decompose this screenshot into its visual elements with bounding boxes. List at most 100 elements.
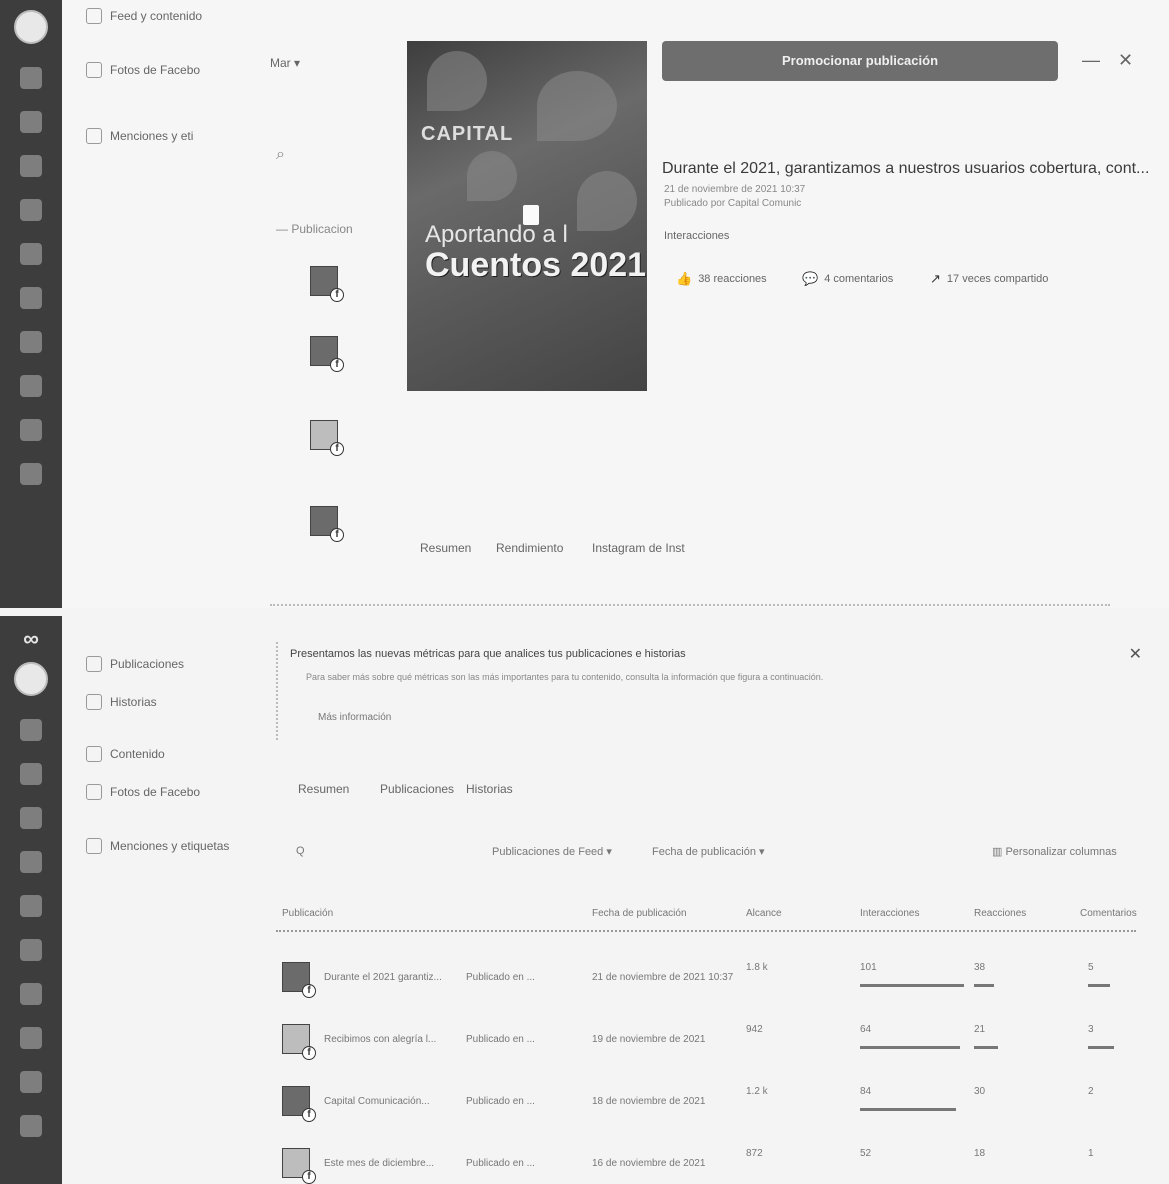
interactions-label: Interacciones	[664, 230, 730, 242]
post-thumbnail[interactable]: f	[310, 420, 344, 456]
home-icon[interactable]	[20, 67, 42, 89]
filter-label[interactable]: Mar ▾	[270, 56, 300, 70]
nav-item-feed[interactable]: Feed y contenido	[86, 4, 202, 28]
col-date[interactable]: Fecha de publicación	[592, 908, 687, 919]
interactions-bar	[860, 1046, 960, 1049]
calendar-icon[interactable]	[20, 243, 42, 265]
table-row[interactable]: f Este mes de diciembre... Publicado en …	[276, 1144, 1136, 1184]
publications-column-header: — Publicacion	[276, 222, 353, 236]
col-comments[interactable]: Comentarios	[1080, 908, 1137, 919]
menu-icon[interactable]	[20, 1027, 42, 1049]
image-headline: Cuentos 2021	[425, 246, 647, 284]
ads-icon[interactable]	[20, 939, 42, 961]
insights-icon[interactable]	[20, 983, 42, 1005]
facebook-icon: f	[330, 358, 344, 372]
row-date: 21 de noviembre de 2021 10:37	[592, 972, 734, 983]
content-icon[interactable]	[20, 851, 42, 873]
row-reactions: 18	[974, 1148, 986, 1159]
row-title[interactable]: Recibimos con alegría l...	[324, 1034, 436, 1045]
reactions-count[interactable]: 👍 38 reacciones	[676, 271, 767, 287]
nav-item-stories[interactable]: Historias	[86, 690, 157, 714]
nav-item-content[interactable]: Contenido	[86, 742, 165, 766]
close-icon[interactable]: ✕	[1118, 50, 1133, 71]
col-interactions[interactable]: Interacciones	[860, 908, 919, 919]
post-type-filter[interactable]: Publicaciones de Feed ▾	[492, 845, 612, 858]
gear-icon[interactable]	[20, 1071, 42, 1093]
table-header: Publicación Fecha de publicación Alcance…	[276, 902, 1137, 932]
nav-item-photos[interactable]: Fotos de Facebo	[86, 780, 200, 804]
row-title[interactable]: Durante el 2021 garantiz...	[324, 972, 442, 983]
story-icon	[86, 694, 102, 710]
search-icon[interactable]: ⌕	[276, 146, 285, 164]
post-author: Publicado por Capital Comunic	[664, 198, 802, 209]
search-input[interactable]: Q	[296, 845, 305, 857]
row-comments: 3	[1088, 1024, 1094, 1035]
inbox-icon[interactable]	[20, 807, 42, 829]
post-thumbnail[interactable]: f	[310, 336, 344, 372]
inbox-icon[interactable]	[20, 155, 42, 177]
row-title[interactable]: Este mes de diciembre...	[324, 1158, 434, 1169]
row-status: Publicado en ...	[466, 1158, 535, 1169]
comments-label: 4 comentarios	[824, 273, 894, 285]
help-icon[interactable]	[20, 463, 42, 485]
left-rail-bottom: ∞	[0, 616, 62, 1184]
shares-label: 17 veces compartido	[946, 273, 1049, 285]
bell-icon[interactable]	[20, 111, 42, 133]
shares-count[interactable]: ↗ 17 veces compartido	[930, 271, 1048, 287]
nav-item-label: Fotos de Facebo	[110, 785, 201, 799]
row-reach: 872	[746, 1148, 763, 1159]
comments-bar	[1088, 1046, 1114, 1049]
col-reactions[interactable]: Reacciones	[974, 908, 1026, 919]
tab-performance[interactable]: Rendimiento	[496, 541, 563, 555]
nav-item-mentions[interactable]: Menciones y etiquetas	[86, 834, 229, 858]
like-icon: 👍	[676, 271, 693, 286]
col-publication[interactable]: Publicación	[282, 908, 333, 919]
nav-item-publications[interactable]: Publicaciones	[86, 652, 184, 676]
content-icon[interactable]	[20, 199, 42, 221]
minimize-icon[interactable]: —	[1082, 50, 1100, 71]
nav-item-photos[interactable]: Fotos de Facebo	[86, 58, 200, 82]
tab-summary[interactable]: Resumen	[420, 541, 471, 555]
post-thumbnail[interactable]: f	[310, 266, 344, 302]
tab-publications[interactable]: Publicaciones	[380, 782, 454, 796]
banner-link[interactable]: Más información	[318, 712, 391, 723]
help-icon[interactable]	[20, 1115, 42, 1137]
table-row[interactable]: f Capital Comunicación... Publicado en .…	[276, 1082, 1136, 1138]
post-thumbnail: f	[282, 1024, 316, 1060]
post-thumbnail[interactable]: f	[310, 506, 344, 542]
calendar-icon[interactable]	[20, 895, 42, 917]
bell-icon[interactable]	[20, 763, 42, 785]
menu-icon[interactable]	[20, 375, 42, 397]
promote-post-button[interactable]: Promocionar publicación	[662, 41, 1058, 81]
ads-icon[interactable]	[20, 287, 42, 309]
close-icon[interactable]: ✕	[1129, 644, 1142, 664]
table-row[interactable]: f Recibimos con alegría l... Publicado e…	[276, 1020, 1136, 1076]
col-reach[interactable]: Alcance	[746, 908, 782, 919]
row-comments: 1	[1088, 1148, 1094, 1159]
leaf-decoration	[427, 51, 487, 111]
avatar[interactable]	[14, 10, 48, 44]
tab-stories[interactable]: Historias	[466, 782, 513, 796]
leaf-decoration	[577, 171, 637, 231]
tab-summary[interactable]: Resumen	[298, 782, 349, 796]
grid-icon	[86, 656, 102, 672]
row-interactions: 52	[860, 1148, 872, 1159]
customize-columns-button[interactable]: ▥ Personalizar columnas	[992, 845, 1117, 858]
home-icon[interactable]	[20, 719, 42, 741]
tab-instagram[interactable]: Instagram de Inst	[592, 541, 685, 555]
row-date: 18 de noviembre de 2021	[592, 1096, 706, 1107]
row-title[interactable]: Capital Comunicación...	[324, 1096, 430, 1107]
gear-icon[interactable]	[20, 419, 42, 441]
avatar[interactable]	[14, 662, 48, 696]
row-interactions: 101	[860, 962, 877, 973]
row-reach: 1.8 k	[746, 962, 768, 973]
customize-columns-label: Personalizar columnas	[1005, 846, 1117, 858]
meta-logo-icon[interactable]: ∞	[23, 626, 39, 652]
table-row[interactable]: f Durante el 2021 garantiz... Publicado …	[276, 958, 1136, 1014]
date-filter[interactable]: Fecha de publicación ▾	[652, 845, 765, 858]
comments-count[interactable]: 💬 4 comentarios	[802, 271, 893, 287]
row-reactions: 38	[974, 962, 986, 973]
nav-item-mentions[interactable]: Menciones y eti	[86, 124, 193, 148]
comments-bar	[1088, 984, 1110, 987]
insights-icon[interactable]	[20, 331, 42, 353]
